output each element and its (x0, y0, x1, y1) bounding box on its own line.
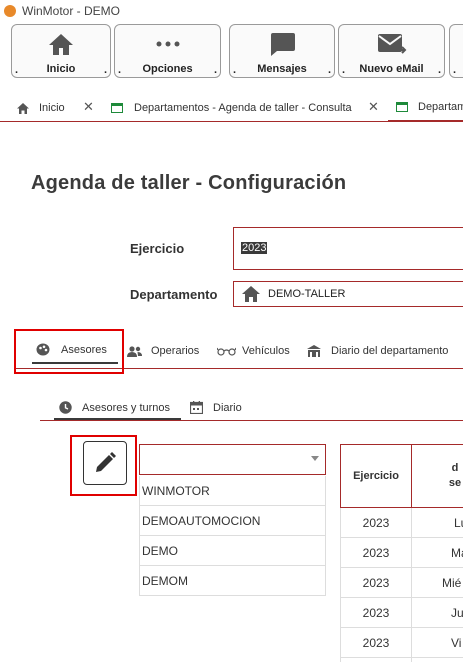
table-cell-dia[interactable]: Lu (412, 508, 463, 538)
chevron-down-icon[interactable] (311, 456, 319, 461)
tab-agenda-consulta-close-icon[interactable]: ✕ (368, 99, 379, 115)
tab-agenda-consulta[interactable]: Departamentos - Agenda de taller - Consu… (111, 94, 352, 122)
mensajes-button-label: Mensajes (257, 63, 307, 75)
toolbar-dot: . (103, 64, 107, 76)
home-icon (17, 102, 29, 114)
calendar-icon (190, 401, 203, 414)
tab-diario-label: Diario (213, 401, 242, 414)
ejercicio-field[interactable]: 2023 (233, 227, 463, 270)
table-cell-ejercicio[interactable]: 2023 (340, 598, 412, 628)
tab-vehiculos[interactable]: Vehículos (217, 345, 290, 357)
tab-operarios-label: Operarios (151, 345, 200, 357)
edit-button[interactable] (83, 441, 127, 485)
opciones-button-label: Opciones (142, 63, 193, 75)
nuevo-email-button[interactable]: . Nuevo eMail . (338, 24, 445, 78)
toolbar-dot: . (213, 64, 217, 76)
window-icon (396, 102, 408, 112)
list-item[interactable]: DEMOAUTOMOCION (139, 506, 326, 536)
asesor-combo[interactable] (139, 444, 326, 475)
home-icon (12, 31, 110, 57)
ejercicio-label: Ejercicio (130, 241, 185, 256)
asesores-highlight-box (14, 329, 124, 374)
table-cell-dia[interactable]: Ju (412, 598, 463, 628)
message-icon (230, 31, 334, 57)
mensajes-button[interactable]: . Mensajes . (229, 24, 335, 78)
column-header-dia-semana[interactable]: d se (411, 444, 463, 508)
tab-asesores-y-turnos-underline (54, 418, 181, 420)
toolbar-button-partial[interactable]: . (449, 24, 463, 78)
table-cell-ejercicio[interactable]: 2023 (340, 628, 412, 658)
toolbar-dot: . (327, 64, 331, 76)
window-title: WinMotor - DEMO (22, 4, 121, 18)
toolbar-dot: . (437, 64, 441, 76)
departamento-value: DEMO-TALLER (268, 288, 346, 300)
home-icon (242, 286, 260, 302)
tab-agenda-consulta-label: Departamentos - Agenda de taller - Consu… (134, 102, 352, 114)
column-header-dia-semana-label: d se (448, 462, 462, 489)
table-cell-ejercicio[interactable]: 2023 (340, 538, 412, 568)
window-icon (111, 103, 123, 113)
building-icon (307, 345, 321, 357)
table-cell-ejercicio[interactable]: 2023 (340, 508, 412, 538)
tab-agenda-configuracion-label: Departam (418, 101, 463, 113)
column-header-ejercicio-label: Ejercicio (353, 470, 399, 482)
list-item[interactable]: DEMOM (139, 566, 326, 596)
table-cell-dia[interactable]: Ma (412, 538, 463, 568)
inicio-button[interactable]: . Inicio . (11, 24, 111, 78)
tab-operarios[interactable]: Operarios (127, 345, 199, 357)
more-dots-icon (115, 31, 220, 57)
ejercicio-value: 2023 (241, 242, 268, 254)
app-logo-icon (4, 5, 16, 17)
tab-diario-departamento-label: Diario del departamento (331, 345, 449, 357)
pencil-icon (96, 452, 116, 472)
inicio-button-label: Inicio (46, 63, 76, 75)
sub-tabs-divider (40, 420, 463, 421)
table-cell-ejercicio[interactable]: 2023 (340, 568, 412, 598)
departamento-field[interactable]: DEMO-TALLER (233, 281, 463, 307)
tab-diario-departamento[interactable]: Diario del departamento (307, 345, 448, 357)
email-icon (339, 31, 444, 57)
clock-icon (59, 401, 72, 414)
list-item[interactable]: WINMOTOR (139, 476, 326, 506)
tab-inicio[interactable]: Inicio (17, 94, 65, 122)
title-bar: WinMotor - DEMO (0, 0, 463, 22)
list-item[interactable]: DEMO (139, 536, 326, 566)
glasses-icon (217, 347, 236, 356)
departamento-label: Departamento (130, 287, 218, 302)
table-cell-dia[interactable]: Mié (412, 568, 463, 598)
nuevo-email-button-label: Nuevo eMail (359, 63, 424, 75)
tab-asesores-y-turnos-label: Asesores y turnos (82, 401, 171, 414)
tab-inicio-close-icon[interactable]: ✕ (83, 99, 94, 115)
table-column-divider (411, 508, 412, 662)
tab-inicio-label: Inicio (39, 102, 65, 114)
tab-agenda-configuracion[interactable]: Departam (388, 94, 463, 122)
table-cell-dia[interactable]: Vi (412, 628, 463, 658)
table-left-border (340, 508, 341, 662)
tab-diario[interactable]: Diario (190, 401, 242, 414)
opciones-button[interactable]: . Opciones . (114, 24, 221, 78)
tab-vehiculos-label: Vehículos (242, 345, 290, 357)
tab-asesores-y-turnos[interactable]: Asesores y turnos (59, 401, 170, 414)
column-header-ejercicio[interactable]: Ejercicio (340, 444, 412, 508)
people-icon (127, 345, 142, 357)
page-title: Agenda de taller - Configuración (31, 172, 347, 194)
toolbar-dot: . (453, 64, 457, 76)
